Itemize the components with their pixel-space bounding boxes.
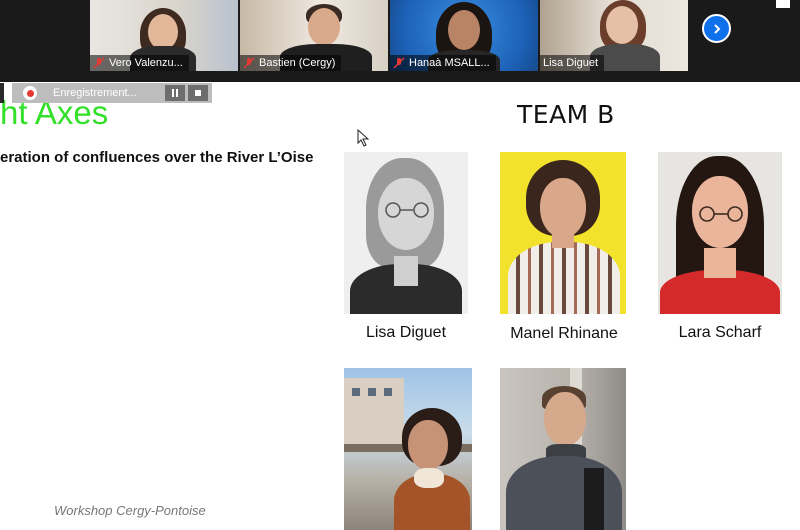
participant-name-label: Lisa Diguet [540,55,605,71]
member-photo [500,152,626,314]
participant-tile[interactable]: Bastien (Cergy) [240,0,388,71]
participant-name: Hanaà MSALL... [409,57,490,69]
participant-video-strip: Vero Valenzu... Bastien (Cergy) Hanaà MS… [0,0,800,82]
stop-recording-button[interactable] [188,85,208,101]
member-photo [344,368,472,530]
glasses-shape [699,206,743,222]
participant-name-label: Hanaà MSALL... [390,55,496,71]
mic-off-icon [393,57,405,69]
participant-name: Vero Valenzu... [109,57,183,69]
glasses-shape [385,202,429,218]
participant-name: Lisa Diguet [543,57,599,69]
team-heading: TEAM B [517,100,615,129]
participant-name-label: Vero Valenzu... [90,55,189,71]
recording-bar-cap [0,83,4,103]
member-photo [658,152,782,314]
pause-icon [172,89,178,97]
member-name: Manel Rhinane [510,325,618,342]
participant-tile-active[interactable]: Lisa Diguet [540,0,688,71]
participant-tile[interactable]: Vero Valenzu... [90,0,238,71]
chevron-right-icon [713,23,720,34]
mic-off-icon [93,57,105,69]
member-photo [500,368,626,530]
pause-recording-button[interactable] [165,85,185,101]
participant-tile[interactable]: Hanaà MSALL... [390,0,538,71]
recording-label: Enregistrement... [53,87,137,99]
mouse-cursor-icon [357,129,369,147]
recording-bar: Enregistrement... [12,83,212,103]
next-participants-button[interactable] [702,14,731,43]
stop-icon [195,90,201,96]
participant-name: Bastien (Cergy) [259,57,336,69]
slide-subtitle: eration of confluences over the River L’… [0,149,314,166]
member-name: Lisa Diguet [365,324,447,341]
recording-dot-icon [23,86,37,100]
member-photo [344,152,468,314]
participant-name-label: Bastien (Cergy) [240,55,342,71]
window-corner-mark [776,0,790,8]
slide-footer: Workshop Cergy-Pontoise [54,503,206,518]
mic-off-icon [243,57,255,69]
member-name: Lara Scharf [678,324,762,341]
